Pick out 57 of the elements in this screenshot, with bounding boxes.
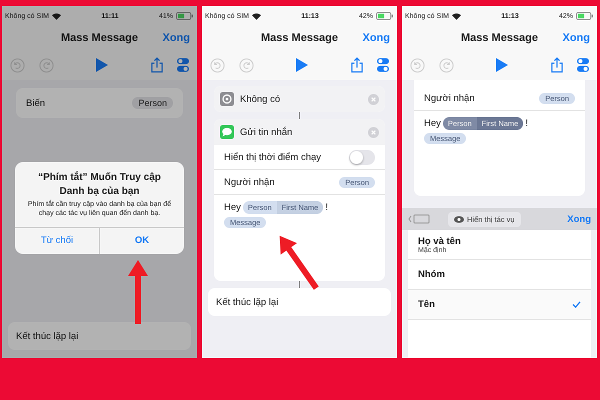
settings-toggle-icon[interactable] <box>177 58 189 72</box>
play-icon[interactable] <box>496 58 508 72</box>
end-repeat-label: Kết thúc lặp lại <box>16 330 78 342</box>
dialog-button[interactable]: Từ chối <box>15 228 99 254</box>
share-icon[interactable] <box>351 57 363 73</box>
battery-icon <box>576 12 594 20</box>
wifi-icon <box>252 12 261 20</box>
message-text: ! <box>325 202 328 213</box>
option-label: Tên <box>418 299 435 310</box>
end-repeat-label: Kết thúc lặp lại <box>216 296 278 308</box>
battery-icon <box>376 12 394 20</box>
action-title: Gửi tin nhắn <box>240 126 294 138</box>
keyboard-icon[interactable] <box>408 214 430 224</box>
done-button[interactable]: Xong <box>567 214 591 224</box>
remove-icon[interactable] <box>368 126 379 138</box>
recipient-label: Người nhận <box>224 176 275 188</box>
gear-icon <box>220 92 234 106</box>
option-label: Hiển thị thời điểm chạy <box>224 152 322 162</box>
variable-label: Biến <box>26 98 46 108</box>
recipient-label: Người nhận <box>424 92 475 104</box>
action-title: Không có <box>240 94 282 104</box>
nav-title: Mass Message <box>60 32 138 44</box>
redo-icon[interactable] <box>39 58 54 72</box>
redo-icon[interactable] <box>239 58 254 72</box>
dialog-title: “Phím tắt” Muốn Truy cập Danh bạ của bạn <box>37 170 162 198</box>
option-label: Nhóm <box>418 269 445 280</box>
message-text: Hey <box>424 118 441 129</box>
settings-toggle-icon[interactable] <box>377 58 389 72</box>
share-icon[interactable] <box>151 57 163 73</box>
share-icon[interactable] <box>551 57 563 73</box>
undo-icon[interactable] <box>210 58 225 72</box>
undo-icon[interactable] <box>10 58 25 72</box>
undo-icon[interactable] <box>410 58 425 72</box>
variable-token[interactable]: Person <box>132 97 173 109</box>
option-label: Họ và tên <box>418 236 461 246</box>
done-button[interactable]: Xong <box>362 32 390 44</box>
option-row[interactable]: Tên <box>408 290 591 320</box>
play-icon[interactable] <box>96 58 108 72</box>
battery-icon <box>176 12 194 20</box>
remove-icon[interactable] <box>368 94 379 104</box>
message-text: Hey <box>224 202 241 213</box>
redo-icon[interactable] <box>439 58 454 72</box>
arrow-icon <box>128 260 148 324</box>
message-text: ! <box>525 118 528 129</box>
settings-toggle-icon[interactable] <box>577 58 589 72</box>
toggle-switch[interactable] <box>349 150 375 164</box>
done-button[interactable]: Xong <box>162 32 190 44</box>
message-bubble-icon <box>220 125 234 139</box>
done-button[interactable]: Xong <box>562 32 590 44</box>
checkmark-icon <box>572 301 581 308</box>
play-icon[interactable] <box>296 58 308 72</box>
eye-icon <box>454 216 464 222</box>
dialog-button[interactable]: OK <box>99 228 184 254</box>
nav-title: Mass Message <box>260 32 338 44</box>
nav-title: Mass Message <box>460 32 538 44</box>
wifi-icon <box>52 12 61 20</box>
wifi-icon <box>452 12 461 20</box>
